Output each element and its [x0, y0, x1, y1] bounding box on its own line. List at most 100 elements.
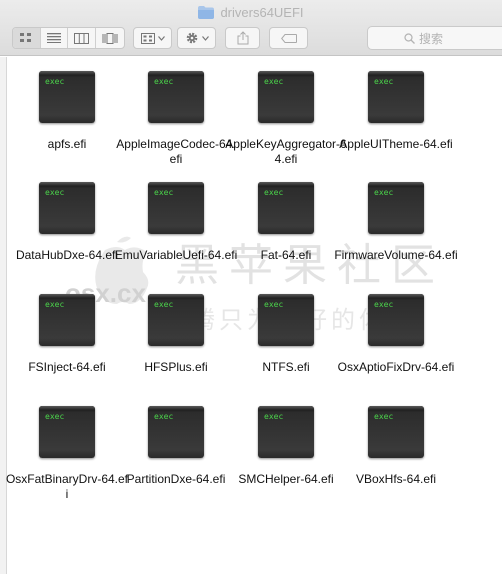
- share-button[interactable]: [225, 27, 260, 49]
- list-view-button[interactable]: [41, 28, 69, 48]
- exec-badge: exec: [154, 77, 174, 86]
- folder-icon: [198, 5, 215, 19]
- terminal-exec-icon[interactable]: exec: [39, 71, 95, 123]
- icon-titlebar: [148, 294, 204, 298]
- file-item[interactable]: exec NTFS.efi: [224, 294, 348, 375]
- exec-badge: exec: [154, 300, 174, 309]
- exec-badge: exec: [45, 300, 65, 309]
- column-view-icon: [73, 32, 89, 44]
- exec-badge: exec: [264, 412, 284, 421]
- file-item[interactable]: exec FirmwareVolume-64.efi: [334, 182, 458, 263]
- exec-badge: exec: [45, 412, 65, 421]
- icon-titlebar: [258, 182, 314, 186]
- view-mode-control[interactable]: [12, 27, 125, 49]
- icon-titlebar: [148, 182, 204, 186]
- terminal-exec-icon[interactable]: exec: [258, 406, 314, 458]
- file-item[interactable]: exec VBoxHfs-64.efi: [334, 406, 458, 487]
- cover-flow-view-button[interactable]: [96, 28, 124, 48]
- icon-titlebar: [368, 406, 424, 410]
- file-item[interactable]: exec EmuVariableUefi-64.efi: [114, 182, 238, 263]
- file-item[interactable]: exec FSInject-64.efi: [5, 294, 129, 375]
- file-name: AppleKeyAggregator-64.efi: [225, 137, 347, 166]
- file-name: NTFS.efi: [262, 360, 310, 374]
- action-button[interactable]: [177, 27, 216, 49]
- gear-icon: [186, 32, 197, 44]
- file-item[interactable]: exec OsxAptioFixDrv-64.efi: [334, 294, 458, 375]
- icon-titlebar: [39, 294, 95, 298]
- share-icon: [237, 31, 248, 45]
- icon-titlebar: [39, 406, 95, 410]
- window-title: drivers64UEFI: [0, 3, 502, 21]
- exec-badge: exec: [264, 188, 284, 197]
- icon-titlebar: [39, 182, 95, 186]
- terminal-exec-icon[interactable]: exec: [368, 182, 424, 234]
- search-field[interactable]: 搜索: [367, 26, 502, 50]
- terminal-exec-icon[interactable]: exec: [39, 406, 95, 458]
- exec-badge: exec: [264, 300, 284, 309]
- exec-badge: exec: [45, 77, 65, 86]
- terminal-exec-icon[interactable]: exec: [258, 71, 314, 123]
- terminal-exec-icon[interactable]: exec: [148, 294, 204, 346]
- file-item[interactable]: exec DataHubDxe-64.efi: [5, 182, 129, 263]
- exec-badge: exec: [374, 300, 394, 309]
- exec-badge: exec: [45, 188, 65, 197]
- terminal-exec-icon[interactable]: exec: [368, 71, 424, 123]
- icon-view-icon: [20, 33, 32, 42]
- file-name: OsxFatBinaryDrv-64.efi: [5, 472, 129, 501]
- column-view-button[interactable]: [68, 28, 96, 48]
- terminal-exec-icon[interactable]: exec: [148, 406, 204, 458]
- exec-badge: exec: [154, 412, 174, 421]
- icon-view-button[interactable]: [13, 28, 41, 48]
- file-name: VBoxHfs-64.efi: [355, 472, 437, 486]
- icon-titlebar: [368, 182, 424, 186]
- icon-titlebar: [258, 294, 314, 298]
- icon-titlebar: [368, 294, 424, 298]
- exec-badge: exec: [374, 412, 394, 421]
- terminal-exec-icon[interactable]: exec: [148, 71, 204, 123]
- exec-badge: exec: [374, 188, 394, 197]
- terminal-exec-icon[interactable]: exec: [258, 182, 314, 234]
- terminal-exec-icon[interactable]: exec: [368, 294, 424, 346]
- window-titlebar: drivers64UEFI 搜索: [0, 0, 502, 56]
- file-item[interactable]: exec OsxFatBinaryDrv-64.efi: [5, 406, 129, 502]
- list-view-icon: [46, 33, 61, 43]
- file-item[interactable]: exec Fat-64.efi: [224, 182, 348, 263]
- file-name: HFSPlus.efi: [144, 360, 208, 374]
- file-item[interactable]: exec AppleKeyAggregator-64.efi: [224, 71, 348, 167]
- tag-icon: [280, 33, 297, 43]
- file-item[interactable]: exec PartitionDxe-64.efi: [114, 406, 238, 487]
- terminal-exec-icon[interactable]: exec: [39, 294, 95, 346]
- file-item[interactable]: exec HFSPlus.efi: [114, 294, 238, 375]
- exec-badge: exec: [154, 188, 174, 197]
- arrange-button[interactable]: [133, 27, 172, 49]
- file-name: AppleUITheme-64.efi: [339, 137, 453, 151]
- file-name: Fat-64.efi: [260, 248, 312, 262]
- file-name: apfs.efi: [47, 137, 87, 151]
- grid-arrange-icon: [140, 32, 155, 44]
- file-name: OsxAptioFixDrv-64.efi: [337, 360, 455, 374]
- icon-titlebar: [258, 406, 314, 410]
- icon-titlebar: [258, 71, 314, 75]
- file-name: SMCHelper-64.efi: [238, 472, 334, 486]
- search-icon: [404, 32, 415, 44]
- exec-badge: exec: [374, 77, 394, 86]
- window-title-text: drivers64UEFI: [220, 4, 304, 20]
- file-item[interactable]: exec apfs.efi: [5, 71, 129, 152]
- terminal-exec-icon[interactable]: exec: [148, 182, 204, 234]
- terminal-exec-icon[interactable]: exec: [39, 182, 95, 234]
- file-name: FirmwareVolume-64.efi: [334, 248, 458, 262]
- chevron-down-icon: [157, 35, 165, 41]
- cover-flow-icon: [102, 32, 118, 44]
- file-name: DataHubDxe-64.efi: [15, 248, 119, 262]
- file-name: AppleImageCodec-64.efi: [116, 137, 236, 166]
- icon-titlebar: [148, 406, 204, 410]
- file-item[interactable]: exec AppleImageCodec-64.efi: [114, 71, 238, 167]
- tag-button[interactable]: [269, 27, 308, 49]
- terminal-exec-icon[interactable]: exec: [368, 406, 424, 458]
- file-item[interactable]: exec AppleUITheme-64.efi: [334, 71, 458, 152]
- search-placeholder: 搜索: [419, 31, 444, 46]
- exec-badge: exec: [264, 77, 284, 86]
- file-item[interactable]: exec SMCHelper-64.efi: [224, 406, 348, 487]
- terminal-exec-icon[interactable]: exec: [258, 294, 314, 346]
- file-name: PartitionDxe-64.efi: [126, 472, 226, 486]
